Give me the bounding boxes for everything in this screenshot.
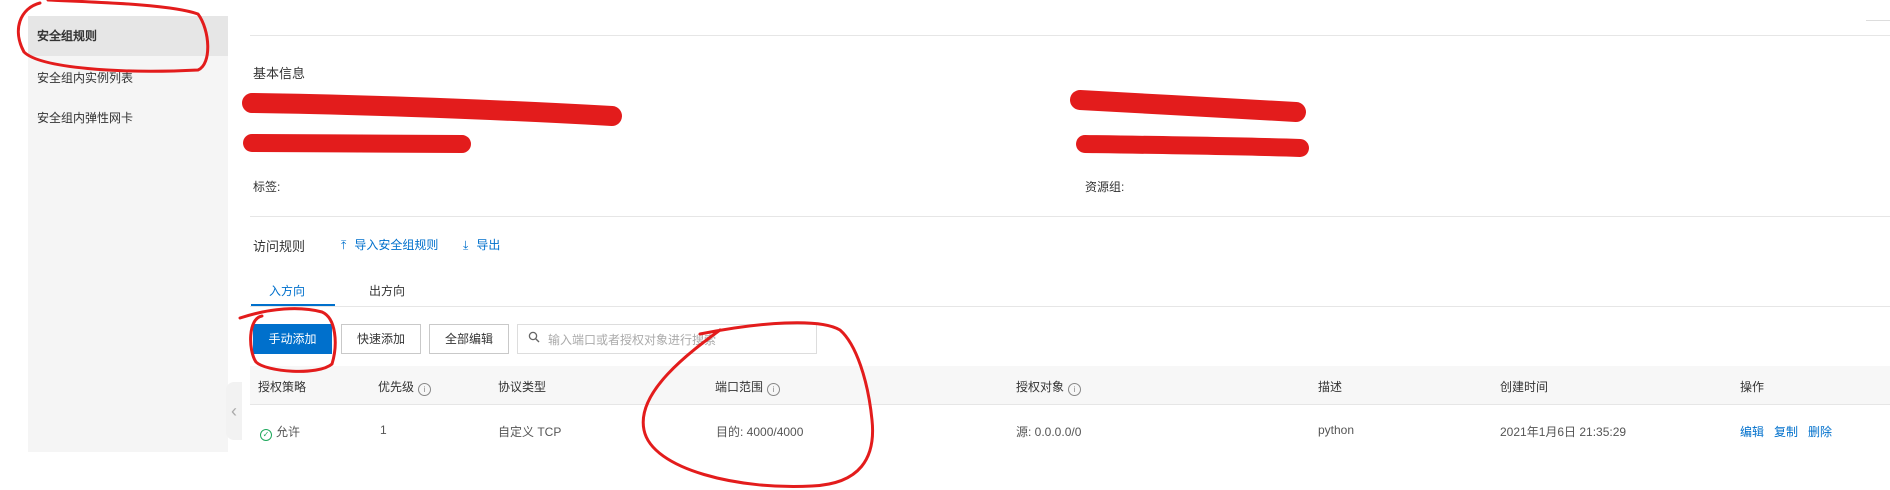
table-header: 授权策略 优先级 i 协议类型 端口范围 i 授权对象 i 描述 创建时间 操作 — [250, 366, 1890, 405]
col-source: 授权对象 i — [1016, 378, 1082, 396]
col-actions: 操作 — [1740, 380, 1765, 394]
delete-rule-link[interactable]: 删除 — [1808, 425, 1832, 439]
export-label: 导出 — [476, 238, 501, 252]
redaction-stroke — [1076, 135, 1309, 157]
redaction-stroke — [243, 134, 471, 153]
edit-all-button[interactable]: 全部编辑 — [429, 324, 509, 354]
resource-group-label: 资源组: — [1085, 180, 1125, 194]
col-port: 端口范围 i — [715, 378, 781, 396]
top-divider — [250, 35, 1890, 36]
sidebar: 安全组规则 安全组内实例列表 安全组内弹性网卡 — [28, 16, 228, 452]
search-box — [517, 324, 817, 354]
sidebar-collapse-button[interactable]: ‹ — [226, 382, 242, 440]
check-circle-icon: ✓ — [260, 429, 272, 441]
import-label: 导入安全组规则 — [354, 238, 439, 252]
upload-icon: ⤒ — [341, 238, 347, 252]
chevron-left-icon: ‹ — [231, 401, 237, 421]
info-icon[interactable]: i — [1068, 383, 1082, 396]
edit-rule-link[interactable]: 编辑 — [1740, 425, 1764, 439]
cell-priority: 1 — [380, 423, 387, 437]
sidebar-item-label: 安全组规则 — [37, 29, 98, 43]
col-priority: 优先级 i — [378, 378, 432, 396]
tab-inbound[interactable]: 入方向 — [269, 282, 305, 299]
policy-value: 允许 — [276, 425, 301, 439]
basic-info-title: 基本信息 — [253, 66, 306, 81]
search-input[interactable] — [546, 329, 810, 351]
cell-description: python — [1318, 423, 1355, 437]
col-port-label: 端口范围 — [715, 380, 764, 394]
col-policy: 授权策略 — [258, 380, 307, 394]
cell-created: 2021年1月6日 21:35:29 — [1500, 425, 1627, 439]
sidebar-item-label: 安全组内实例列表 — [37, 71, 134, 85]
info-icon[interactable]: i — [418, 383, 432, 396]
sidebar-item-label: 安全组内弹性网卡 — [37, 111, 134, 125]
table-row: ✓ 允许 1 自定义 TCP 目的: 4000/4000 源: 0.0.0.0/0… — [250, 405, 1890, 455]
search-icon — [528, 331, 540, 343]
col-source-label: 授权对象 — [1016, 380, 1065, 394]
quick-add-button[interactable]: 快速添加 — [341, 324, 421, 354]
download-icon: ⤓ — [463, 238, 469, 252]
cell-actions: 编辑 复制 删除 — [1740, 423, 1842, 440]
col-priority-label: 优先级 — [378, 380, 415, 394]
tab-outbound[interactable]: 出方向 — [369, 282, 405, 299]
col-created: 创建时间 — [1500, 380, 1549, 394]
import-rules-link[interactable]: ⤒ 导入安全组规则 — [341, 236, 438, 253]
cell-protocol: 自定义 TCP — [498, 425, 562, 439]
manual-add-button[interactable]: 手动添加 — [253, 324, 332, 354]
tabs-divider — [250, 306, 1890, 307]
sidebar-item-enis[interactable]: 安全组内弹性网卡 — [28, 98, 228, 138]
cell-source: 源: 0.0.0.0/0 — [1016, 425, 1082, 439]
redaction-stroke — [1070, 90, 1306, 122]
cell-port: 目的: 4000/4000 — [716, 425, 804, 439]
tags-label: 标签: — [253, 180, 281, 194]
export-link[interactable]: ⤓ 导出 — [463, 236, 500, 253]
rules-title: 访问规则 — [253, 239, 306, 254]
sidebar-item-rules[interactable]: 安全组规则 — [28, 16, 228, 56]
sidebar-item-instances[interactable]: 安全组内实例列表 — [28, 58, 228, 98]
cell-policy: ✓ 允许 — [260, 423, 300, 441]
info-divider — [250, 216, 1890, 217]
redaction-stroke — [242, 93, 622, 126]
info-icon[interactable]: i — [767, 383, 781, 396]
col-description: 描述 — [1318, 380, 1343, 394]
top-right-divider — [1866, 20, 1890, 21]
copy-rule-link[interactable]: 复制 — [1774, 425, 1798, 439]
col-protocol: 协议类型 — [498, 380, 547, 394]
